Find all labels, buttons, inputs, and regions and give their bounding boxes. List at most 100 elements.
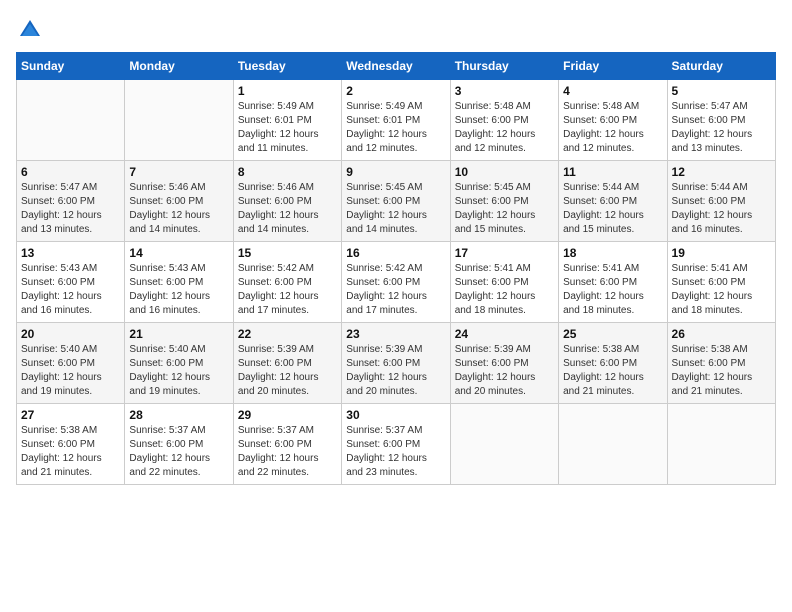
page-header <box>16 16 776 44</box>
day-number: 4 <box>563 84 662 98</box>
calendar-cell: 28 Sunrise: 5:37 AM Sunset: 6:00 PM Dayli… <box>125 404 233 485</box>
calendar-cell: 2 Sunrise: 5:49 AM Sunset: 6:01 PM Daylig… <box>342 80 450 161</box>
calendar-week-1: 1 Sunrise: 5:49 AM Sunset: 6:01 PM Daylig… <box>17 80 776 161</box>
calendar-cell: 29 Sunrise: 5:37 AM Sunset: 6:00 PM Dayli… <box>233 404 341 485</box>
calendar-cell: 1 Sunrise: 5:49 AM Sunset: 6:01 PM Daylig… <box>233 80 341 161</box>
day-number: 19 <box>672 246 771 260</box>
day-info: Sunrise: 5:37 AM Sunset: 6:00 PM Dayligh… <box>346 424 445 480</box>
day-info: Sunrise: 5:40 AM Sunset: 6:00 PM Dayligh… <box>129 343 228 399</box>
day-info: Sunrise: 5:49 AM Sunset: 6:01 PM Dayligh… <box>238 100 337 156</box>
day-info: Sunrise: 5:39 AM Sunset: 6:00 PM Dayligh… <box>455 343 554 399</box>
calendar-week-4: 20 Sunrise: 5:40 AM Sunset: 6:00 PM Dayli… <box>17 323 776 404</box>
day-number: 25 <box>563 327 662 341</box>
day-info: Sunrise: 5:40 AM Sunset: 6:00 PM Dayligh… <box>21 343 120 399</box>
day-info: Sunrise: 5:47 AM Sunset: 6:00 PM Dayligh… <box>21 181 120 237</box>
logo <box>16 16 48 44</box>
column-header-tuesday: Tuesday <box>233 53 341 80</box>
calendar-cell: 4 Sunrise: 5:48 AM Sunset: 6:00 PM Daylig… <box>559 80 667 161</box>
day-info: Sunrise: 5:48 AM Sunset: 6:00 PM Dayligh… <box>563 100 662 156</box>
day-info: Sunrise: 5:42 AM Sunset: 6:00 PM Dayligh… <box>238 262 337 318</box>
calendar-cell: 20 Sunrise: 5:40 AM Sunset: 6:00 PM Dayli… <box>17 323 125 404</box>
calendar-cell: 12Sunrise: 5:44 AM Sunset: 6:00 PM Dayli… <box>667 161 775 242</box>
calendar-cell: 8Sunrise: 5:46 AM Sunset: 6:00 PM Daylig… <box>233 161 341 242</box>
day-info: Sunrise: 5:44 AM Sunset: 6:00 PM Dayligh… <box>672 181 771 237</box>
calendar-cell: 5Sunrise: 5:47 AM Sunset: 6:00 PM Daylig… <box>667 80 775 161</box>
calendar-cell <box>125 80 233 161</box>
day-number: 1 <box>238 84 337 98</box>
day-number: 28 <box>129 408 228 422</box>
day-info: Sunrise: 5:38 AM Sunset: 6:00 PM Dayligh… <box>563 343 662 399</box>
calendar-table: SundayMondayTuesdayWednesdayThursdayFrid… <box>16 52 776 485</box>
calendar-cell: 30 Sunrise: 5:37 AM Sunset: 6:00 PM Dayli… <box>342 404 450 485</box>
day-number: 10 <box>455 165 554 179</box>
calendar-cell: 18 Sunrise: 5:41 AM Sunset: 6:00 PM Dayli… <box>559 242 667 323</box>
day-info: Sunrise: 5:39 AM Sunset: 6:00 PM Dayligh… <box>238 343 337 399</box>
calendar-cell <box>17 80 125 161</box>
day-info: Sunrise: 5:37 AM Sunset: 6:00 PM Dayligh… <box>129 424 228 480</box>
column-header-friday: Friday <box>559 53 667 80</box>
calendar-cell: 7 Sunrise: 5:46 AM Sunset: 6:00 PM Daylig… <box>125 161 233 242</box>
day-info: Sunrise: 5:38 AM Sunset: 6:00 PM Dayligh… <box>672 343 771 399</box>
calendar-cell: 15 Sunrise: 5:42 AM Sunset: 6:00 PM Dayli… <box>233 242 341 323</box>
calendar-cell: 21 Sunrise: 5:40 AM Sunset: 6:00 PM Dayli… <box>125 323 233 404</box>
day-number: 29 <box>238 408 337 422</box>
day-number: 27 <box>21 408 120 422</box>
calendar-cell: 14Sunrise: 5:43 AM Sunset: 6:00 PM Dayli… <box>125 242 233 323</box>
calendar-cell: 23 Sunrise: 5:39 AM Sunset: 6:00 PM Dayli… <box>342 323 450 404</box>
day-info: Sunrise: 5:46 AM Sunset: 6:00 PM Dayligh… <box>129 181 228 237</box>
day-number: 24 <box>455 327 554 341</box>
day-info: Sunrise: 5:45 AM Sunset: 6:00 PM Dayligh… <box>346 181 445 237</box>
day-number: 15 <box>238 246 337 260</box>
day-info: Sunrise: 5:42 AM Sunset: 6:00 PM Dayligh… <box>346 262 445 318</box>
calendar-cell: 13Sunrise: 5:43 AM Sunset: 6:00 PM Dayli… <box>17 242 125 323</box>
calendar-cell: 16Sunrise: 5:42 AM Sunset: 6:00 PM Dayli… <box>342 242 450 323</box>
column-header-monday: Monday <box>125 53 233 80</box>
calendar-week-5: 27Sunrise: 5:38 AM Sunset: 6:00 PM Dayli… <box>17 404 776 485</box>
day-number: 23 <box>346 327 445 341</box>
calendar-cell: 19Sunrise: 5:41 AM Sunset: 6:00 PM Dayli… <box>667 242 775 323</box>
day-number: 6 <box>21 165 120 179</box>
day-number: 3 <box>455 84 554 98</box>
calendar-cell <box>450 404 558 485</box>
calendar-cell: 3Sunrise: 5:48 AM Sunset: 6:00 PM Daylig… <box>450 80 558 161</box>
day-info: Sunrise: 5:43 AM Sunset: 6:00 PM Dayligh… <box>129 262 228 318</box>
column-header-wednesday: Wednesday <box>342 53 450 80</box>
day-number: 17 <box>455 246 554 260</box>
day-info: Sunrise: 5:49 AM Sunset: 6:01 PM Dayligh… <box>346 100 445 156</box>
calendar-week-2: 6 Sunrise: 5:47 AM Sunset: 6:00 PM Daylig… <box>17 161 776 242</box>
calendar-cell: 10 Sunrise: 5:45 AM Sunset: 6:00 PM Dayli… <box>450 161 558 242</box>
calendar-cell: 24 Sunrise: 5:39 AM Sunset: 6:00 PM Dayli… <box>450 323 558 404</box>
day-number: 2 <box>346 84 445 98</box>
day-info: Sunrise: 5:41 AM Sunset: 6:00 PM Dayligh… <box>563 262 662 318</box>
day-number: 7 <box>129 165 228 179</box>
day-number: 18 <box>563 246 662 260</box>
calendar-cell <box>667 404 775 485</box>
column-header-saturday: Saturday <box>667 53 775 80</box>
calendar-cell: 11 Sunrise: 5:44 AM Sunset: 6:00 PM Dayli… <box>559 161 667 242</box>
day-info: Sunrise: 5:39 AM Sunset: 6:00 PM Dayligh… <box>346 343 445 399</box>
calendar-cell: 22 Sunrise: 5:39 AM Sunset: 6:00 PM Dayli… <box>233 323 341 404</box>
day-number: 30 <box>346 408 445 422</box>
column-header-thursday: Thursday <box>450 53 558 80</box>
calendar-cell: 6 Sunrise: 5:47 AM Sunset: 6:00 PM Daylig… <box>17 161 125 242</box>
calendar-cell <box>559 404 667 485</box>
day-number: 26 <box>672 327 771 341</box>
day-number: 22 <box>238 327 337 341</box>
day-number: 5 <box>672 84 771 98</box>
column-header-sunday: Sunday <box>17 53 125 80</box>
calendar-cell: 17Sunrise: 5:41 AM Sunset: 6:00 PM Dayli… <box>450 242 558 323</box>
day-number: 9 <box>346 165 445 179</box>
calendar-cell: 25 Sunrise: 5:38 AM Sunset: 6:00 PM Dayli… <box>559 323 667 404</box>
day-info: Sunrise: 5:45 AM Sunset: 6:00 PM Dayligh… <box>455 181 554 237</box>
day-info: Sunrise: 5:44 AM Sunset: 6:00 PM Dayligh… <box>563 181 662 237</box>
day-number: 21 <box>129 327 228 341</box>
calendar-week-3: 13 Sunrise: 5:43 AM Sunset: 6:00 PM Dayli… <box>17 242 776 323</box>
day-info: Sunrise: 5:37 AM Sunset: 6:00 PM Dayligh… <box>238 424 337 480</box>
logo-icon <box>16 16 44 44</box>
calendar-cell: 26 Sunrise: 5:38 AM Sunset: 6:00 PM Dayli… <box>667 323 775 404</box>
day-number: 11 <box>563 165 662 179</box>
day-number: 20 <box>21 327 120 341</box>
calendar-body: 1 Sunrise: 5:49 AM Sunset: 6:01 PM Daylig… <box>17 80 776 485</box>
day-number: 13 <box>21 246 120 260</box>
calendar-cell: 27Sunrise: 5:38 AM Sunset: 6:00 PM Dayli… <box>17 404 125 485</box>
